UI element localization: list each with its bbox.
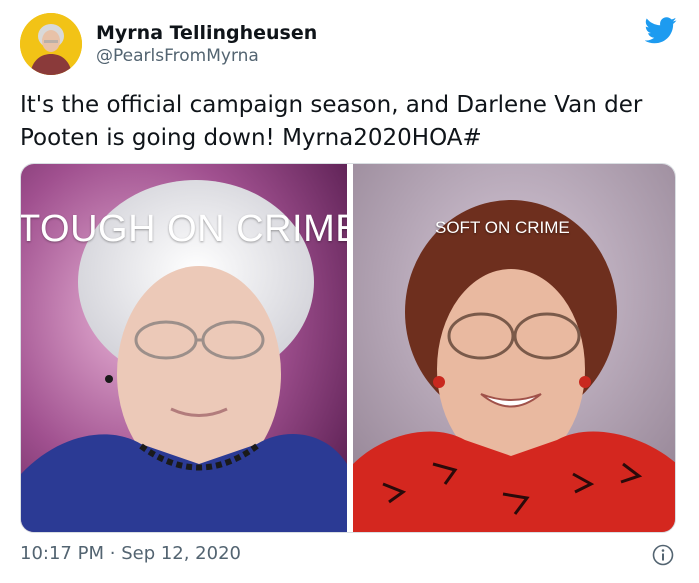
tweet-date[interactable]: Sep 12, 2020	[121, 543, 241, 564]
info-icon[interactable]	[652, 544, 674, 566]
tweet-media[interactable]: TOUGH ON CRIME SOFT ON CRIME	[20, 163, 676, 533]
twitter-bird-icon[interactable]	[644, 17, 677, 44]
avatar-portrait-icon	[20, 13, 82, 75]
photo-tough-on-crime[interactable]: TOUGH ON CRIME	[21, 164, 347, 532]
avatar[interactable]	[20, 13, 82, 75]
tweet-timestamp[interactable]: 10:17 PM · Sep 12, 2020	[20, 543, 241, 564]
tweet-text: It's the official campaign season, and D…	[20, 92, 643, 151]
photo-soft-on-crime[interactable]: SOFT ON CRIME	[353, 164, 675, 532]
tweet-card: Myrna Tellingheusen @PearlsFromMyrna It'…	[0, 0, 699, 583]
author-handle[interactable]: @PearlsFromMyrna	[96, 46, 259, 66]
caption-soft-on-crime: SOFT ON CRIME	[435, 218, 570, 237]
timestamp-separator: ·	[109, 543, 116, 564]
caption-tough-on-crime: TOUGH ON CRIME	[21, 208, 347, 250]
author-display-name[interactable]: Myrna Tellingheusen	[96, 22, 317, 44]
tweet-time[interactable]: 10:17 PM	[20, 543, 104, 564]
